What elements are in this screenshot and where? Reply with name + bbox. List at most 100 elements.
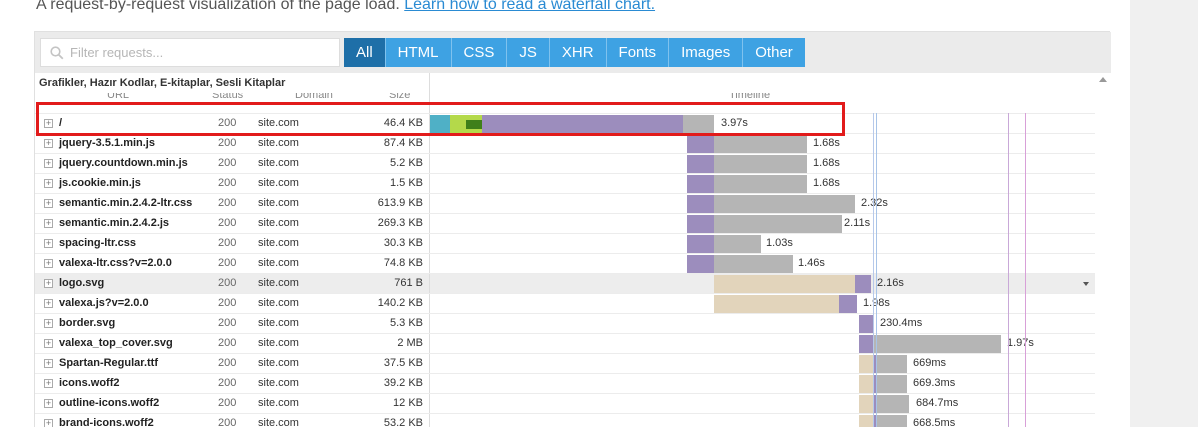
- timeline-bar-segment: [859, 375, 873, 393]
- timeline-bar-segment: [687, 135, 714, 153]
- request-domain: site.com: [258, 217, 299, 229]
- table-row[interactable]: + jquery.countdown.min.js 200 site.com 5.2 K…: [35, 153, 1095, 174]
- table-row[interactable]: +valexa.js?v=2.0.0200site.com140.2 KB1.9…: [35, 293, 1095, 314]
- timeline-bar-segment: [877, 415, 907, 427]
- dom-interactive-line: [876, 113, 877, 427]
- request-duration: 230.4ms: [880, 317, 923, 329]
- table-row[interactable]: + logo.svg 200 site.com 761 B 2.16s: [35, 273, 1095, 294]
- request-url: valexa.js?v=2.0.0: [59, 297, 149, 309]
- scroll-up-arrow-icon[interactable]: [1099, 77, 1107, 82]
- timeline-bar-segment: [687, 215, 714, 233]
- filter-requests-input[interactable]: [70, 39, 330, 66]
- request-domain: site.com: [258, 137, 299, 149]
- expand-icon[interactable]: +: [44, 179, 53, 188]
- request-url: brand-icons.woff2: [59, 417, 154, 427]
- expand-icon[interactable]: +: [44, 299, 53, 308]
- expand-icon[interactable]: +: [44, 359, 53, 368]
- url-header[interactable]: URL: [107, 93, 129, 101]
- tab-html[interactable]: HTML: [385, 38, 452, 67]
- table-row[interactable]: + spacing-ltr.css 200 site.com 30.3 KB 1.03s: [35, 233, 1095, 254]
- timeline-header[interactable]: Timeline: [729, 93, 770, 101]
- tab-js[interactable]: JS: [507, 38, 550, 67]
- onload-line: [1008, 113, 1009, 427]
- tab-other[interactable]: Other: [743, 38, 805, 67]
- request-url: semantic.min.2.4.2.js: [59, 217, 170, 229]
- table-row[interactable]: + icons.woff2 200 site.com 39.2 KB 669.3ms: [35, 373, 1095, 394]
- request-status: 200: [218, 337, 237, 349]
- table-row[interactable]: + border.svg 200 site.com 5.3 KB 230.4ms: [35, 313, 1095, 334]
- request-size: 53.2 KB: [383, 417, 423, 427]
- timeline-bar-segment: [877, 375, 907, 393]
- timeline-bar-segment: [687, 195, 714, 213]
- expand-icon[interactable]: +: [44, 399, 53, 408]
- timeline-bar-segment: [714, 215, 842, 233]
- request-domain: site.com: [258, 297, 299, 309]
- expand-icon[interactable]: +: [44, 219, 53, 228]
- timeline-separator: [429, 334, 430, 354]
- table-row[interactable]: + valexa-ltr.css?v=2.0.0 200 site.com 74.8 K…: [35, 253, 1095, 274]
- status-header[interactable]: Status: [212, 93, 243, 101]
- table-row[interactable]: + js.cookie.min.js 200 site.com 1.5 KB 1.68s: [35, 173, 1095, 194]
- timeline-bar-segment: [859, 415, 873, 427]
- request-url: border.svg: [59, 317, 116, 329]
- expand-icon[interactable]: +: [44, 419, 53, 427]
- timeline-bar-segment: [714, 275, 855, 293]
- request-domain: site.com: [258, 237, 299, 249]
- request-size: 87.4 KB: [383, 137, 423, 149]
- timeline-separator: [429, 154, 430, 174]
- table-row[interactable]: + valexa_top_cover.svg 200 site.com 2 MB 1.97…: [35, 333, 1095, 354]
- timeline-bar-segment: [687, 175, 714, 193]
- domain-header[interactable]: Domain: [295, 93, 333, 101]
- expand-icon[interactable]: +: [44, 239, 53, 248]
- table-row[interactable]: + semantic.min.2.4.2.js 200 site.com 269.3 K…: [35, 213, 1095, 234]
- request-size: 74.8 KB: [383, 257, 423, 269]
- request-url: valexa_top_cover.svg: [59, 337, 173, 349]
- expand-icon[interactable]: +: [44, 139, 53, 148]
- right-gutter: [1130, 0, 1198, 427]
- tab-images[interactable]: Images: [669, 38, 744, 67]
- request-size: 269.3 KB: [377, 217, 423, 229]
- request-duration: 1.68s: [813, 157, 840, 169]
- expand-icon[interactable]: +: [44, 199, 53, 208]
- request-url: jquery.countdown.min.js: [59, 157, 188, 169]
- table-row[interactable]: + Spartan-Regular.ttf 200 site.com 37.5 KB 66…: [35, 353, 1095, 374]
- timeline-separator: [429, 394, 430, 414]
- row-menu-caret-icon[interactable]: [1083, 282, 1089, 286]
- request-size: 5.3 KB: [389, 317, 423, 329]
- waterfall-help-link[interactable]: Learn how to read a waterfall chart.: [404, 0, 655, 13]
- tab-fonts[interactable]: Fonts: [606, 38, 670, 67]
- request-status: 200: [218, 277, 237, 289]
- table-row[interactable]: + jquery-3.5.1.min.js 200 site.com 87.4 KB 1.…: [35, 133, 1095, 154]
- tab-css[interactable]: CSS: [451, 38, 508, 67]
- timeline-bar-segment: [855, 275, 871, 293]
- request-duration: 1.03s: [766, 237, 793, 249]
- filter-bar: AllHTMLCSSJSXHRFontsImagesOther: [35, 32, 1111, 73]
- timeline-separator: [429, 354, 430, 374]
- request-status: 200: [218, 417, 237, 427]
- timeline-bar-segment: [877, 395, 909, 413]
- expand-icon[interactable]: +: [44, 319, 53, 328]
- request-status: 200: [218, 297, 237, 309]
- request-duration: 669ms: [913, 357, 947, 369]
- expand-icon[interactable]: +: [44, 279, 53, 288]
- tab-xhr[interactable]: XHR: [549, 38, 607, 67]
- intro-description: A request-by-request visualization of th…: [36, 0, 400, 13]
- table-row[interactable]: + brand-icons.woff2 200 site.com 53.2 KB 668.…: [35, 413, 1095, 427]
- request-domain: site.com: [258, 157, 299, 169]
- table-row[interactable]: + outline-icons.woff2 200 site.com 12 KB 684.…: [35, 393, 1095, 414]
- timeline-bar-segment: [687, 235, 714, 253]
- timeline-separator: [429, 314, 430, 334]
- table-row[interactable]: + semantic.min.2.4.2-ltr.css 200 site.com 61…: [35, 193, 1095, 214]
- tab-all[interactable]: All: [344, 38, 386, 67]
- expand-icon[interactable]: +: [44, 259, 53, 268]
- filter-search-box[interactable]: [40, 38, 340, 67]
- request-url: Spartan-Regular.ttf: [59, 357, 159, 369]
- timeline-separator: [429, 174, 430, 194]
- expand-icon[interactable]: +: [44, 379, 53, 388]
- timeline-bar-segment: [839, 295, 857, 313]
- expand-icon[interactable]: +: [44, 339, 53, 348]
- request-status: 200: [218, 177, 237, 189]
- expand-icon[interactable]: +: [44, 159, 53, 168]
- timeline-bar-segment: [859, 395, 873, 413]
- size-header[interactable]: Size: [389, 93, 410, 101]
